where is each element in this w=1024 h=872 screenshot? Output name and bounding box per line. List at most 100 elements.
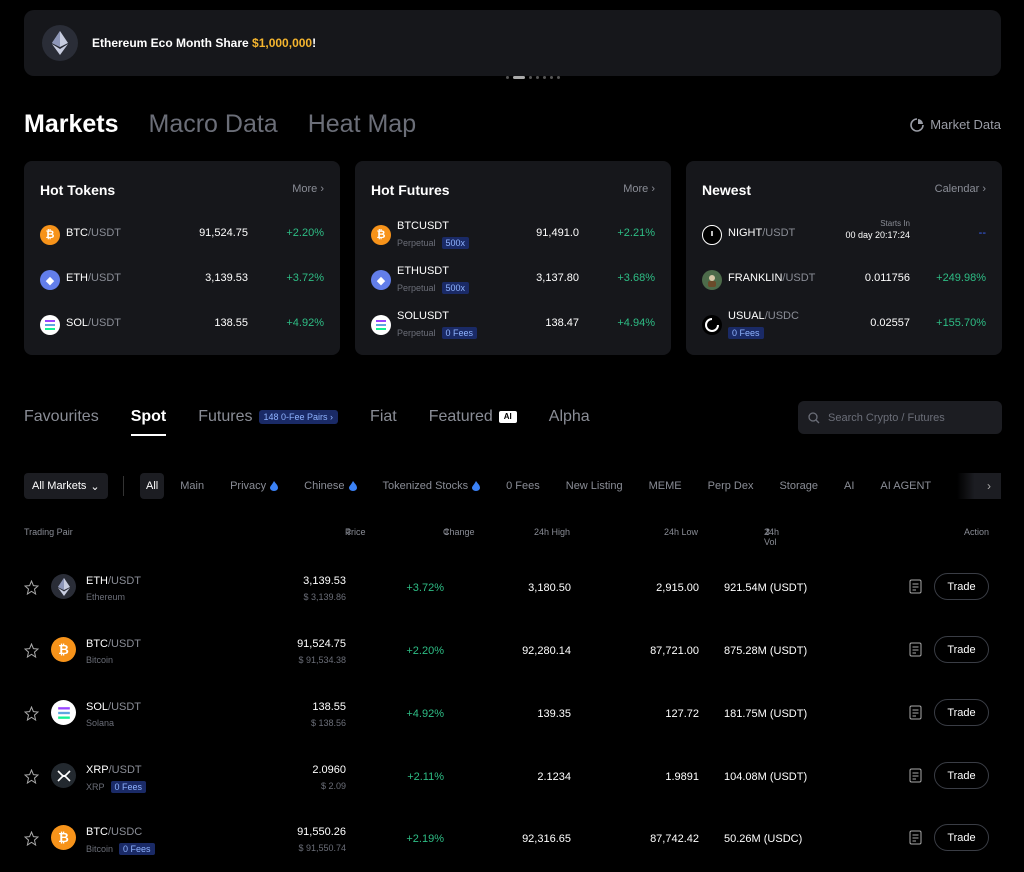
- table-row[interactable]: XRP/USDT XRP 0 Fees 2.0960 $ 2.09 +2.11% …: [24, 751, 990, 801]
- filter-storage[interactable]: Storage: [773, 473, 824, 499]
- table-header: Trading Pair Price ⇕ Change ⇕ 24h High 2…: [24, 527, 989, 547]
- fees-badge: 0 Fees: [119, 843, 155, 855]
- trade-button[interactable]: Trade: [934, 762, 989, 789]
- sort-icon: ⇕: [345, 527, 353, 537]
- table-row[interactable]: ₿ BTC/USDC Bitcoin 0 Fees 91,550.26 $ 91,…: [24, 813, 990, 863]
- filter-0-fees[interactable]: 0 Fees: [500, 473, 546, 499]
- trade-button[interactable]: Trade: [934, 824, 989, 851]
- star-icon[interactable]: [24, 831, 39, 846]
- sort-icon: ⇕: [443, 527, 451, 537]
- pair-symbol: XRP/USDT: [86, 764, 142, 776]
- trade-button[interactable]: Trade: [934, 699, 989, 726]
- table-row[interactable]: ₿ BTC/USDT Bitcoin 91,524.75 $ 91,534.38…: [24, 625, 990, 675]
- filter-perp-dex[interactable]: Perp Dex: [702, 473, 760, 499]
- filter-chips: All Main Privacy Chinese Tokenized Stock…: [140, 473, 951, 499]
- star-icon[interactable]: [24, 706, 39, 721]
- header-24h-high: 24h High: [533, 527, 570, 537]
- filter-main[interactable]: Main: [174, 473, 210, 499]
- market-filters: All Markets ⌄ All Main Privacy Chinese To…: [24, 473, 1001, 499]
- tab-macro-data[interactable]: Macro Data: [149, 110, 278, 139]
- tab-favourites[interactable]: Favourites: [24, 408, 99, 426]
- trade-button[interactable]: Trade: [934, 636, 989, 663]
- tab-fiat[interactable]: Fiat: [370, 408, 397, 426]
- list-item[interactable]: ₿ BTC/USDT 91,524.75 +2.20%: [40, 217, 324, 253]
- trade-button[interactable]: Trade: [934, 573, 989, 600]
- filter-chinese[interactable]: Chinese: [298, 473, 362, 499]
- solana-icon: [40, 315, 60, 335]
- list-item[interactable]: SOLUSDT Perpetual 0 Fees 138.47 +4.94%: [371, 307, 655, 343]
- zero-fee-pairs-pill[interactable]: 148 0-Fee Pairs ›: [258, 410, 339, 424]
- tab-markets[interactable]: Markets: [24, 110, 119, 139]
- document-icon[interactable]: [909, 705, 922, 720]
- star-icon[interactable]: [24, 643, 39, 658]
- document-icon[interactable]: [909, 830, 922, 845]
- tab-spot[interactable]: Spot: [130, 408, 166, 436]
- table-row[interactable]: ETH/USDT Ethereum 3,139.53 $ 3,139.86 +3…: [24, 562, 990, 612]
- list-item[interactable]: NIGHT/USDT Starts In 00 day 20:17:24 --: [702, 217, 986, 253]
- flame-icon: [270, 481, 279, 491]
- chevron-right-icon: ›: [651, 183, 655, 195]
- list-item[interactable]: ◆ ETH/USDT 3,139.53 +3.72%: [40, 262, 324, 298]
- tab-futures[interactable]: Futures 148 0-Fee Pairs ›: [198, 408, 339, 426]
- filter-ai-agent[interactable]: AI AGENT: [874, 473, 937, 499]
- chevron-right-icon: ›: [320, 183, 324, 195]
- card-title: Newest: [702, 182, 752, 198]
- star-icon[interactable]: [24, 580, 39, 595]
- category-tabs: Favourites Spot Futures 148 0-Fee Pairs ›…: [24, 408, 590, 436]
- newest-card: Newest Calendar › NIGHT/USDT Starts In 0…: [686, 161, 1002, 355]
- star-icon[interactable]: [24, 769, 39, 784]
- document-icon[interactable]: [909, 768, 922, 783]
- search-input[interactable]: [828, 411, 998, 424]
- tab-featured[interactable]: Featured AI: [429, 408, 517, 426]
- more-link[interactable]: More ›: [292, 183, 324, 195]
- more-link[interactable]: More ›: [623, 183, 655, 195]
- solana-icon: [51, 700, 76, 725]
- night-token-icon: [702, 225, 722, 245]
- scroll-right-button[interactable]: ›: [957, 473, 1001, 499]
- card-title: Hot Tokens: [40, 182, 116, 198]
- filter-tokenized-stocks[interactable]: Tokenized Stocks: [377, 473, 487, 499]
- bitcoin-icon: ₿: [51, 637, 76, 662]
- banner-text: Ethereum Eco Month Share $1,000,000!: [92, 36, 317, 50]
- banner-pagination[interactable]: [506, 76, 560, 79]
- bitcoin-icon: ₿: [371, 225, 391, 245]
- list-item[interactable]: USUAL/USDC 0 Fees 0.02557 +155.70%: [702, 307, 986, 343]
- filter-privacy[interactable]: Privacy: [224, 473, 284, 499]
- ethereum-icon: ◆: [371, 270, 391, 290]
- promo-banner[interactable]: Ethereum Eco Month Share $1,000,000!: [24, 10, 1001, 79]
- document-icon[interactable]: [909, 642, 922, 657]
- chevron-right-icon: ›: [982, 183, 986, 195]
- card-title: Hot Futures: [371, 182, 450, 198]
- pair-symbol: ETH/USDT: [86, 575, 141, 587]
- tab-heat-map[interactable]: Heat Map: [308, 110, 416, 139]
- list-item[interactable]: ◆ ETHUSDT Perpetual 500x 3,137.80 +3.68%: [371, 262, 655, 298]
- document-icon[interactable]: [909, 579, 922, 594]
- list-item[interactable]: ₿ BTCUSDT Perpetual 500x 91,491.0 +2.21%: [371, 217, 655, 253]
- header-24h-low: 24h Low: [663, 527, 698, 537]
- filter-ai[interactable]: AI: [838, 473, 860, 499]
- bitcoin-icon: ₿: [51, 825, 76, 850]
- bitcoin-icon: ₿: [40, 225, 60, 245]
- pair-symbol: BTC/USDC: [86, 826, 143, 838]
- leverage-badge: 500x: [441, 237, 470, 249]
- filter-meme[interactable]: MEME: [643, 473, 688, 499]
- all-markets-dropdown[interactable]: All Markets ⌄: [24, 473, 108, 499]
- table-row[interactable]: SOL/USDT Solana 138.55 $ 138.56 +4.92% 1…: [24, 688, 990, 738]
- search-icon: [808, 411, 820, 423]
- header-trading-pair: Trading Pair: [24, 527, 73, 537]
- ethereum-icon: [42, 25, 78, 61]
- franklin-token-icon: [702, 270, 722, 290]
- filter-all[interactable]: All: [140, 473, 165, 499]
- pie-chart-icon: [910, 117, 924, 132]
- search-box[interactable]: [798, 401, 1002, 434]
- chevron-down-icon: ⌄: [90, 480, 100, 493]
- filter-new-listing[interactable]: New Listing: [560, 473, 629, 499]
- fees-badge: 0 Fees: [441, 327, 478, 339]
- list-item[interactable]: SOL/USDT 138.55 +4.92%: [40, 307, 324, 343]
- flame-icon: [472, 481, 481, 491]
- calendar-link[interactable]: Calendar ›: [935, 183, 986, 195]
- sort-desc-icon: ⇕: [764, 527, 772, 537]
- list-item[interactable]: FRANKLIN/USDT 0.011756 +249.98%: [702, 262, 986, 298]
- tab-alpha[interactable]: Alpha: [549, 408, 590, 426]
- market-data-link[interactable]: Market Data: [910, 117, 1001, 132]
